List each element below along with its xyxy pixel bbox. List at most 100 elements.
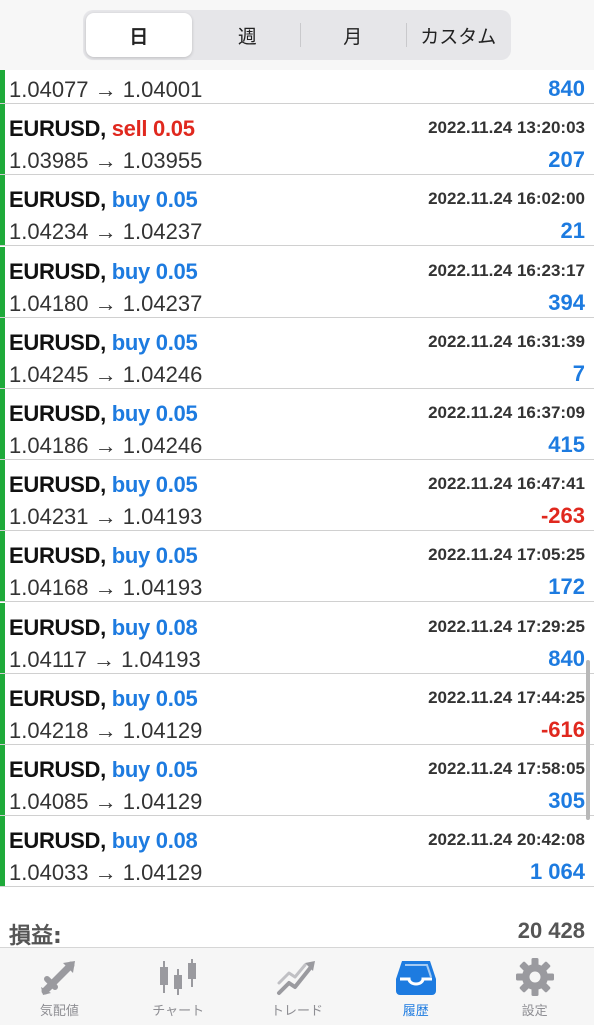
position-indicator-bar [0,175,5,246]
trade-symbol: EURUSD, buy 0.05 [9,757,198,783]
tab-trade[interactable]: トレード [238,948,357,1025]
position-indicator-bar [0,460,5,531]
trade-symbol: EURUSD, sell 0.05 [9,116,195,142]
close-price: 1.04246 [122,361,203,387]
trade-row[interactable]: EURUSD, buy 0.05 2022.11.24 16:02:00 1.042… [0,175,594,247]
open-price: 1.04168 [9,575,89,601]
trade-row[interactable]: EURUSD, buy 0.05 2022.11.24 16:47:41 1.042… [0,460,594,532]
arrow-icon: → [94,290,117,316]
trade-prices: 1.04085 → 1.04129 [9,789,202,815]
trade-symbol: EURUSD, buy 0.05 [9,187,198,213]
bottom-tab-bar: 気配値 チャート トレード 履歴 設定 [0,947,594,1025]
trade-row[interactable]: EURUSD, buy 0.05 2022.11.24 17:58:05 1.040… [0,745,594,816]
position-indicator-bar [0,602,5,673]
chart-icon [160,959,197,995]
trade-prices: 1.04117 → 1.04193 [9,647,201,673]
trade-symbol: EURUSD, buy 0.05 [9,543,198,569]
trade-profit: -616 [540,716,585,742]
symbol-name: EURUSD, [9,828,106,854]
arrow-icon: → [94,361,117,387]
trade-prices: 1.04168 → 1.04193 [9,575,202,601]
open-price: 1.04033 [9,860,89,886]
position-indicator-bar [0,246,5,317]
arrow-icon: → [94,575,117,601]
arrow-icon: → [94,717,117,743]
trade-row[interactable]: EURUSD, buy 0.08 2022.11.24 17:29:25 1.041… [0,602,594,674]
trade-time: 2022.11.24 17:05:25 [428,545,585,565]
trade-row[interactable]: EURUSD, buy 0.05 2022.11.24 17:44:25 1.042… [0,673,594,745]
arrow-icon: → [94,789,117,814]
trade-profit: 7 [572,360,585,386]
symbol-name: EURUSD, [9,685,106,711]
trade-lots: 0.05 [155,685,198,711]
trade-side: buy [111,472,151,498]
segment-day[interactable]: 日 [86,13,192,57]
symbol-name: EURUSD, [9,116,106,142]
trade-lots: 0.05 [155,472,198,498]
tab-settings[interactable]: 設定 [475,948,594,1025]
quotes-icon [41,961,76,995]
trade-row[interactable]: EURUSD, buy 0.05 2022.11.24 17:05:25 1.041… [0,531,594,603]
tab-history[interactable]: 履歴 [356,948,475,1025]
trade-side: buy [111,401,151,426]
trade-lots: 0.05 [153,116,195,142]
trade-prices: 1.04218 → 1.04129 [9,718,202,744]
close-price: 1.04246 [122,433,203,458]
close-price: 1.04129 [122,717,203,743]
trade-profit: 21 [560,218,585,244]
close-price: 1.04193 [122,575,203,601]
period-segmented-control: 日 週 月 カスタム [83,10,511,60]
close-price: 1.04129 [122,860,203,886]
trade-prices: 1.04231 → 1.04193 [9,504,202,530]
open-price: 1.04180 [9,290,89,316]
trade-time: 2022.11.24 13:20:03 [428,118,585,138]
trade-lots: 0.08 [155,614,198,640]
trade-symbol: EURUSD, buy 0.05 [9,401,198,427]
arrow-icon: → [94,148,117,174]
trade-prices: 1.04245 → 1.04246 [9,362,202,388]
trade-row[interactable]: EURUSD, buy 0.08 2022.11.24 20:42:08 1.040… [0,816,594,888]
close-price: 1.04193 [121,646,201,672]
trade-symbol: EURUSD, buy 0.05 [9,258,198,285]
trade-time: 2022.11.24 17:58:05 [428,759,585,778]
segment-custom[interactable]: カスタム [405,10,512,60]
trade-side: buy [111,187,151,213]
trade-side: buy [111,258,151,284]
trade-time: 2022.11.24 17:29:25 [428,616,585,636]
trade-symbol: EURUSD, buy 0.05 [9,685,198,712]
symbol-name: EURUSD, [9,614,106,640]
arrow-icon: → [94,860,117,886]
position-indicator-bar [0,389,5,459]
tab-label: 気配値 [39,1004,79,1019]
close-price: 1.04001 [122,77,203,102]
trade-symbol: EURUSD, buy 0.08 [9,828,198,854]
tab-quotes[interactable]: 気配値 [0,948,119,1025]
trade-profit: 840 [548,645,585,671]
profit-summary-value: 20 428 [517,918,585,943]
segment-week[interactable]: 週 [195,10,301,60]
tab-label: チャート [152,1004,205,1019]
tab-label: トレード [270,1004,323,1019]
symbol-name: EURUSD, [9,472,106,498]
trade-row[interactable]: EURUSD, buy 0.05 2022.11.24 16:37:09 1.041… [0,389,594,460]
tab-chart[interactable]: チャート [119,948,238,1025]
trade-lots: 0.05 [155,258,198,284]
trade-side: buy [111,685,151,711]
trade-history-list[interactable]: EURUSD, sell 0.082022.11.24 12:47:001.04… [0,51,594,907]
scrollbar[interactable] [586,660,590,820]
trade-symbol: EURUSD, buy 0.05 [9,472,198,498]
trade-profit: 394 [548,289,585,315]
trade-prices: 1.04186 → 1.04246 [9,433,202,459]
trade-row[interactable]: EURUSD, buy 0.05 2022.11.24 16:23:17 1.041… [0,246,594,318]
close-price: 1.04237 [122,219,203,245]
trade-row[interactable]: EURUSD, buy 0.05 2022.11.24 16:31:39 1.042… [0,317,594,389]
trade-side: buy [111,614,151,640]
trade-prices: 1.04033 → 1.04129 [9,860,202,886]
trade-time: 2022.11.24 17:44:25 [428,687,585,707]
arrow-icon: → [94,504,117,530]
trade-row[interactable]: EURUSD, sell 0.05 2022.11.24 13:20:03 1.03… [0,104,594,176]
profit-summary: 損益: 20 428 [0,907,594,949]
trade-time: 2022.11.24 16:31:39 [428,331,585,351]
tab-label: 設定 [521,1004,548,1019]
segment-month[interactable]: 月 [300,10,406,60]
